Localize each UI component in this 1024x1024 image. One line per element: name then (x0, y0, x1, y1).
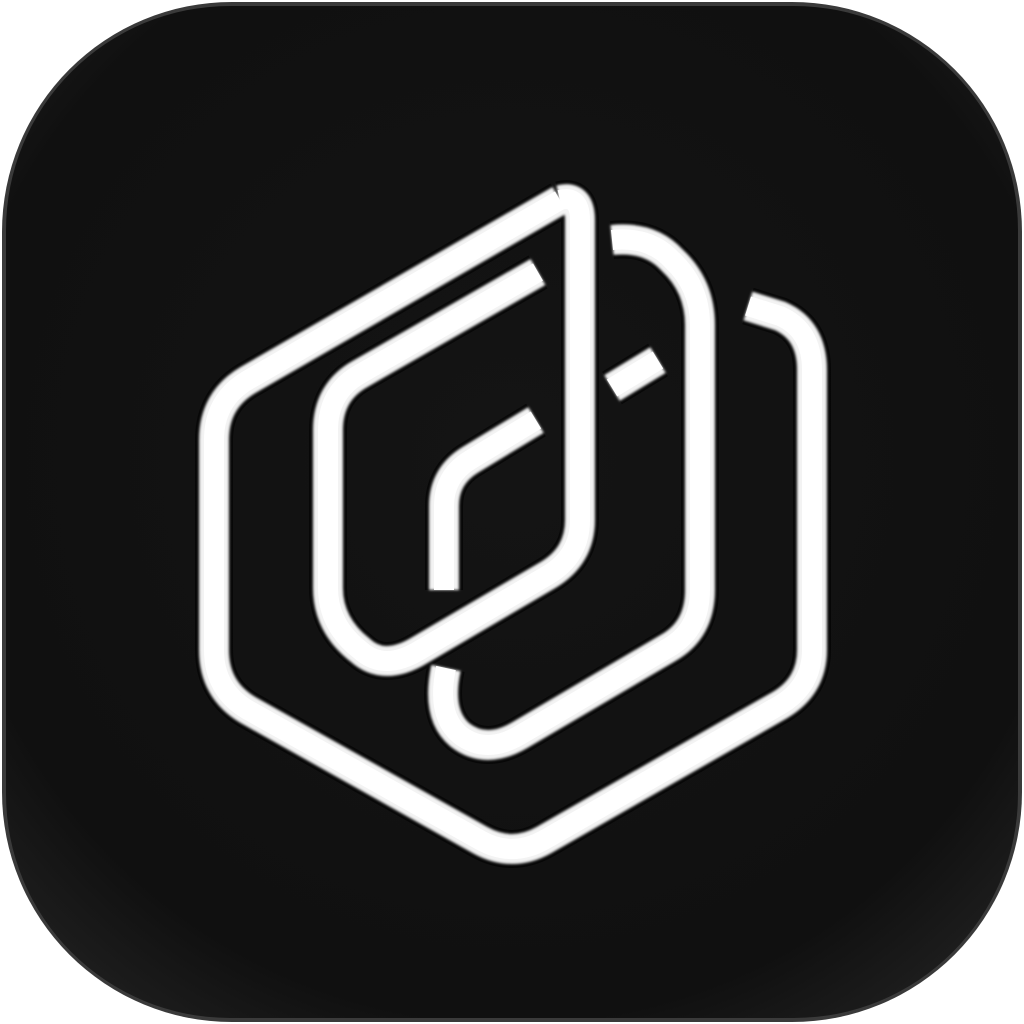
app-icon-canvas (0, 0, 1024, 1024)
app-icon-tile[interactable] (0, 0, 1024, 1024)
